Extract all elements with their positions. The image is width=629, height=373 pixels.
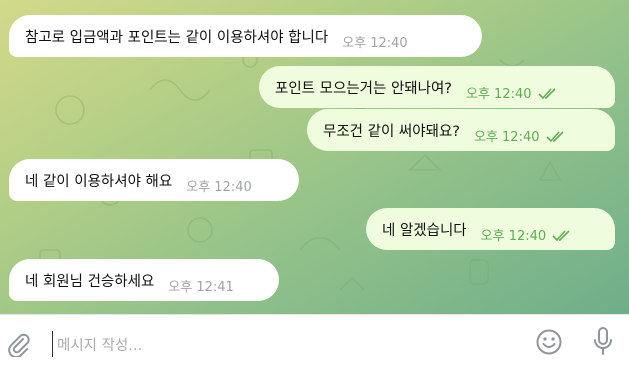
message-time: 오후 12:40: [466, 83, 558, 102]
double-check-icon: [537, 87, 556, 99]
message-time: 오후 12:40: [481, 225, 573, 244]
message-bubble-outgoing[interactable]: 무조건 같이 써야돼요? 오후 12:40: [307, 109, 615, 151]
message-time: 오후 12:40: [474, 126, 566, 145]
message-time: 오후 12:41: [168, 279, 234, 295]
message-time-value: 오후 12:40: [473, 129, 540, 145]
double-check-icon: [545, 130, 564, 142]
chat-history[interactable]: 참고로 입금액과 포인트는 같이 이용하셔야 합니다 오후 12:40 포인트 …: [0, 0, 629, 314]
message-text: 네 알겠습니다: [382, 222, 467, 239]
message-time-value: 오후 12:40: [466, 86, 532, 102]
paperclip-icon[interactable]: [6, 331, 32, 357]
message-text: 참고로 입금액과 포인트는 같이 이용하셔야 합니다: [25, 29, 329, 46]
message-bubble-outgoing[interactable]: 네 알겠습니다 오후 12:40: [366, 208, 615, 250]
message-time: 오후 12:40: [342, 35, 408, 51]
message-text: 포인트 모으는거는 안돼나여?: [275, 80, 452, 97]
message-bubble-incoming[interactable]: 네 같이 이용하셔야 해요 오후 12:40: [9, 159, 299, 201]
message-text: 무조건 같이 써야돼요?: [323, 123, 460, 140]
message-bubble-incoming[interactable]: 참고로 입금액과 포인트는 같이 이용하셔야 합니다 오후 12:40: [9, 15, 482, 57]
message-bubble-incoming[interactable]: 네 회원님 건승하세요 오후 12:41: [9, 259, 279, 301]
message-text: 네 같이 이용하셔야 해요: [25, 173, 173, 190]
message-bubble-outgoing[interactable]: 포인트 모으는거는 안돼나여? 오후 12:40: [259, 66, 615, 108]
microphone-icon[interactable]: [592, 326, 614, 358]
message-input[interactable]: 메시지 작성...: [52, 331, 512, 357]
double-check-icon: [552, 229, 570, 241]
message-text: 네 회원님 건승하세요: [25, 273, 155, 290]
message-composer: 메시지 작성...: [0, 314, 629, 373]
smiley-icon[interactable]: [535, 328, 563, 356]
message-time-value: 오후 12:40: [480, 228, 547, 244]
message-time: 오후 12:40: [186, 179, 252, 195]
